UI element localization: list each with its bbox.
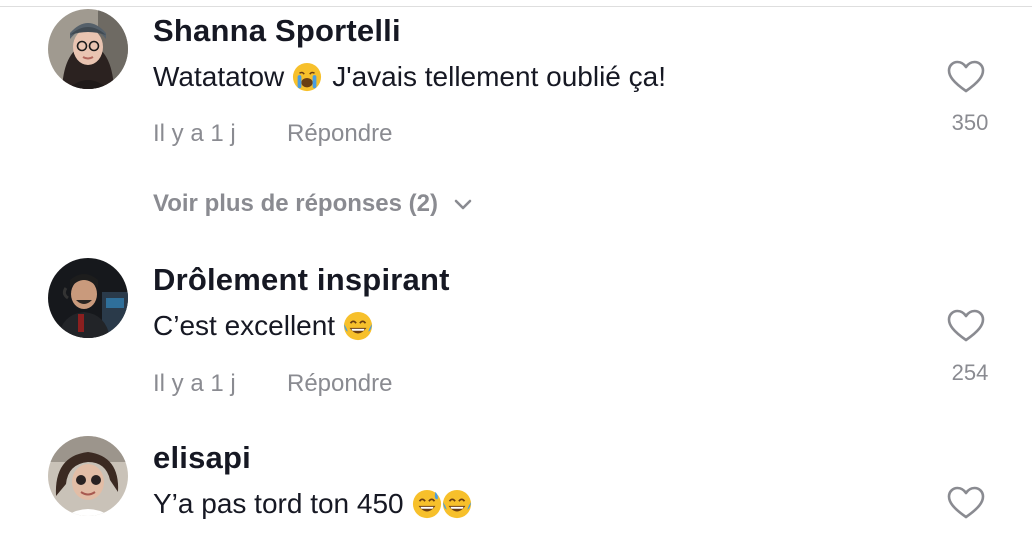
comment-timestamp: Il y a 1 j bbox=[153, 120, 236, 147]
comment-text: Y’a pas tord ton 450 bbox=[153, 488, 472, 520]
heart-outline-icon[interactable] bbox=[947, 486, 985, 520]
comment-text: C’est excellent bbox=[153, 310, 373, 342]
view-more-replies-button[interactable]: Voir plus de réponses (2) bbox=[153, 190, 474, 218]
view-more-replies-label: Voir plus de réponses (2) bbox=[153, 190, 438, 217]
comment-text: Watatatow J'avais tellement oublié ça! bbox=[153, 61, 666, 93]
heart-outline-icon[interactable] bbox=[947, 60, 985, 94]
comment-text-part: C’est excellent bbox=[153, 310, 336, 341]
comment-username[interactable]: Drôlement inspirant bbox=[153, 262, 450, 298]
reply-button[interactable]: Répondre bbox=[287, 370, 392, 398]
like-count: 254 bbox=[951, 360, 989, 385]
comment-username[interactable]: Shanna Sportelli bbox=[153, 13, 401, 49]
avatar[interactable] bbox=[48, 9, 128, 89]
comment-username[interactable]: elisapi bbox=[153, 440, 251, 476]
like-count: 350 bbox=[951, 110, 989, 135]
tears-of-joy-emoji bbox=[442, 489, 471, 519]
crying-face-emoji bbox=[293, 62, 322, 92]
grinning-sweat-emoji bbox=[412, 489, 441, 519]
avatar[interactable] bbox=[48, 436, 128, 516]
top-divider bbox=[0, 0, 1032, 7]
heart-outline-icon[interactable] bbox=[947, 309, 985, 343]
comment-timestamp: Il y a 1 j bbox=[153, 370, 236, 397]
comment-text-part: Watatatow bbox=[153, 61, 285, 92]
comment-text-suffix: J'avais tellement oublié ça! bbox=[332, 61, 666, 92]
comment-text-part: Y’a pas tord ton 450 bbox=[153, 488, 404, 519]
chevron-down-icon bbox=[454, 199, 472, 210]
tears-of-joy-emoji bbox=[344, 311, 373, 341]
avatar[interactable] bbox=[48, 258, 128, 338]
reply-button[interactable]: Répondre bbox=[287, 120, 392, 148]
